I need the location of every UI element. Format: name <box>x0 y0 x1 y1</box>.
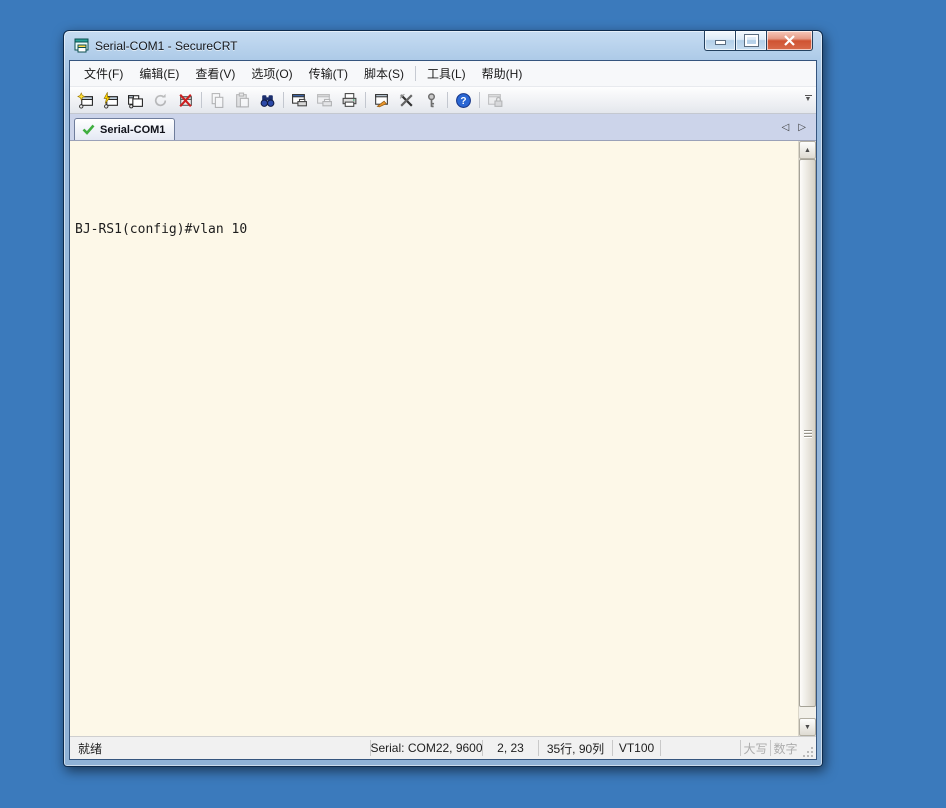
scrollbar-grip-icon <box>803 428 812 439</box>
connect-in-tab-button[interactable] <box>123 88 148 112</box>
menu-options[interactable]: 选项(O) <box>243 61 300 86</box>
tab-bar: Serial-COM1 ◁ ▷ <box>70 114 816 141</box>
help-button[interactable]: ? <box>451 88 476 112</box>
window-title: Serial-COM1 - SecureCRT <box>95 38 238 53</box>
tab-scroll-right-icon[interactable]: ▷ <box>798 122 806 133</box>
tab-serial-com1[interactable]: Serial-COM1 <box>74 118 176 140</box>
print-selection-icon <box>317 93 332 106</box>
print-button[interactable] <box>337 88 362 112</box>
print-screen-icon <box>292 93 307 106</box>
status-cursor-position: 2, 23 <box>482 740 538 756</box>
find-icon <box>260 94 275 107</box>
copy-icon <box>211 92 224 108</box>
find-button[interactable] <box>255 88 280 112</box>
lock-session-icon <box>488 93 503 107</box>
resize-grip-icon <box>803 747 813 757</box>
toolbar-overflow-button[interactable]: ▼ <box>802 91 814 107</box>
toolbar-separator <box>479 92 480 108</box>
status-emulation: VT100 <box>612 740 660 756</box>
toolbar-separator <box>283 92 284 108</box>
status-bar: 就绪 Serial: COM22, 9600 2, 23 35行, 90列 VT… <box>70 736 816 759</box>
print-icon <box>342 92 357 107</box>
session-options-button[interactable] <box>369 88 394 112</box>
paste-icon <box>236 92 249 107</box>
reconnect-icon <box>154 93 167 106</box>
scroll-down-button[interactable]: ▼ <box>799 718 816 736</box>
quick-connect-button[interactable] <box>73 88 98 112</box>
terminal-area: BJ-RS1(config)#vlan 10 ▲ ▼ <box>70 141 816 736</box>
arrow-down-icon: ▼ <box>804 723 811 731</box>
menu-edit[interactable]: 编辑(E) <box>131 61 187 86</box>
menu-script[interactable]: 脚本(S) <box>356 61 412 86</box>
toolbar: ? ▼ <box>70 86 816 114</box>
maximize-button[interactable] <box>735 30 767 51</box>
status-caps-lock: 大写 <box>740 740 770 756</box>
titlebar[interactable]: Serial-COM1 - SecureCRT <box>64 30 822 60</box>
minimize-button[interactable] <box>704 30 735 51</box>
help-icon: ? <box>456 92 471 108</box>
menu-separator <box>414 66 416 81</box>
menu-help[interactable]: 帮助(H) <box>474 61 531 86</box>
tab-scroll-arrows: ◁ ▷ <box>782 114 806 140</box>
disconnect-button[interactable] <box>173 88 198 112</box>
toolbar-separator <box>201 92 202 108</box>
toolbar-separator <box>447 92 448 108</box>
scrollbar-track[interactable] <box>799 159 816 718</box>
client-area: 文件(F) 编辑(E) 查看(V) 选项(O) 传输(T) 脚本(S) 工具(L… <box>69 60 817 760</box>
tab-scroll-left-icon[interactable]: ◁ <box>782 122 790 133</box>
status-screen-size: 35行, 90列 <box>538 740 612 756</box>
window-controls <box>704 30 813 51</box>
print-selection-button[interactable] <box>312 88 337 112</box>
close-button[interactable] <box>767 30 813 51</box>
securecrt-window: Serial-COM1 - SecureCRT 文件(F) 编辑(E) 查看(V… <box>63 30 823 767</box>
resize-grip[interactable] <box>800 737 816 759</box>
connected-check-icon <box>82 124 95 135</box>
menu-transfer[interactable]: 传输(T) <box>301 61 356 86</box>
lock-session-button[interactable] <box>483 88 508 112</box>
tab-label: Serial-COM1 <box>100 123 166 136</box>
menu-tools[interactable]: 工具(L) <box>419 61 474 86</box>
vertical-scrollbar[interactable]: ▲ ▼ <box>798 141 816 736</box>
status-serial-info: Serial: COM22, 9600 <box>370 740 483 756</box>
reconnect-button[interactable] <box>148 88 173 112</box>
disconnect-icon <box>179 93 192 107</box>
menu-file[interactable]: 文件(F) <box>76 61 131 86</box>
global-options-button[interactable] <box>394 88 419 112</box>
menu-bar: 文件(F) 编辑(E) 查看(V) 选项(O) 传输(T) 脚本(S) 工具(L… <box>70 61 816 86</box>
connect-icon <box>103 91 118 108</box>
session-options-icon <box>375 93 388 107</box>
print-screen-button[interactable] <box>287 88 312 112</box>
arrow-up-icon: ▲ <box>804 146 811 154</box>
scroll-up-button[interactable]: ▲ <box>799 141 816 159</box>
menu-view[interactable]: 查看(V) <box>187 61 243 86</box>
svg-text:?: ? <box>460 96 466 107</box>
minimize-icon <box>714 40 726 45</box>
copy-button[interactable] <box>205 88 230 112</box>
close-icon <box>784 35 795 46</box>
chevron-down-icon: ▼ <box>804 96 812 103</box>
maximize-icon <box>743 34 759 47</box>
keymap-button[interactable] <box>419 88 444 112</box>
toolbar-separator <box>365 92 366 108</box>
securecrt-app-icon <box>74 38 89 52</box>
scrollbar-thumb[interactable] <box>799 159 816 707</box>
quick-connect-icon <box>77 91 93 108</box>
paste-button[interactable] <box>230 88 255 112</box>
status-ready: 就绪 <box>78 741 103 756</box>
keymap-icon <box>427 92 436 107</box>
terminal-line: BJ-RS1(config)#vlan 10 <box>75 222 248 237</box>
status-num-lock: 数字 <box>770 740 800 756</box>
global-options-icon <box>399 93 413 107</box>
connect-in-tab-icon <box>128 94 143 108</box>
connect-button[interactable] <box>98 88 123 112</box>
terminal-screen[interactable]: BJ-RS1(config)#vlan 10 <box>70 141 798 736</box>
status-blank-segment <box>660 740 740 756</box>
